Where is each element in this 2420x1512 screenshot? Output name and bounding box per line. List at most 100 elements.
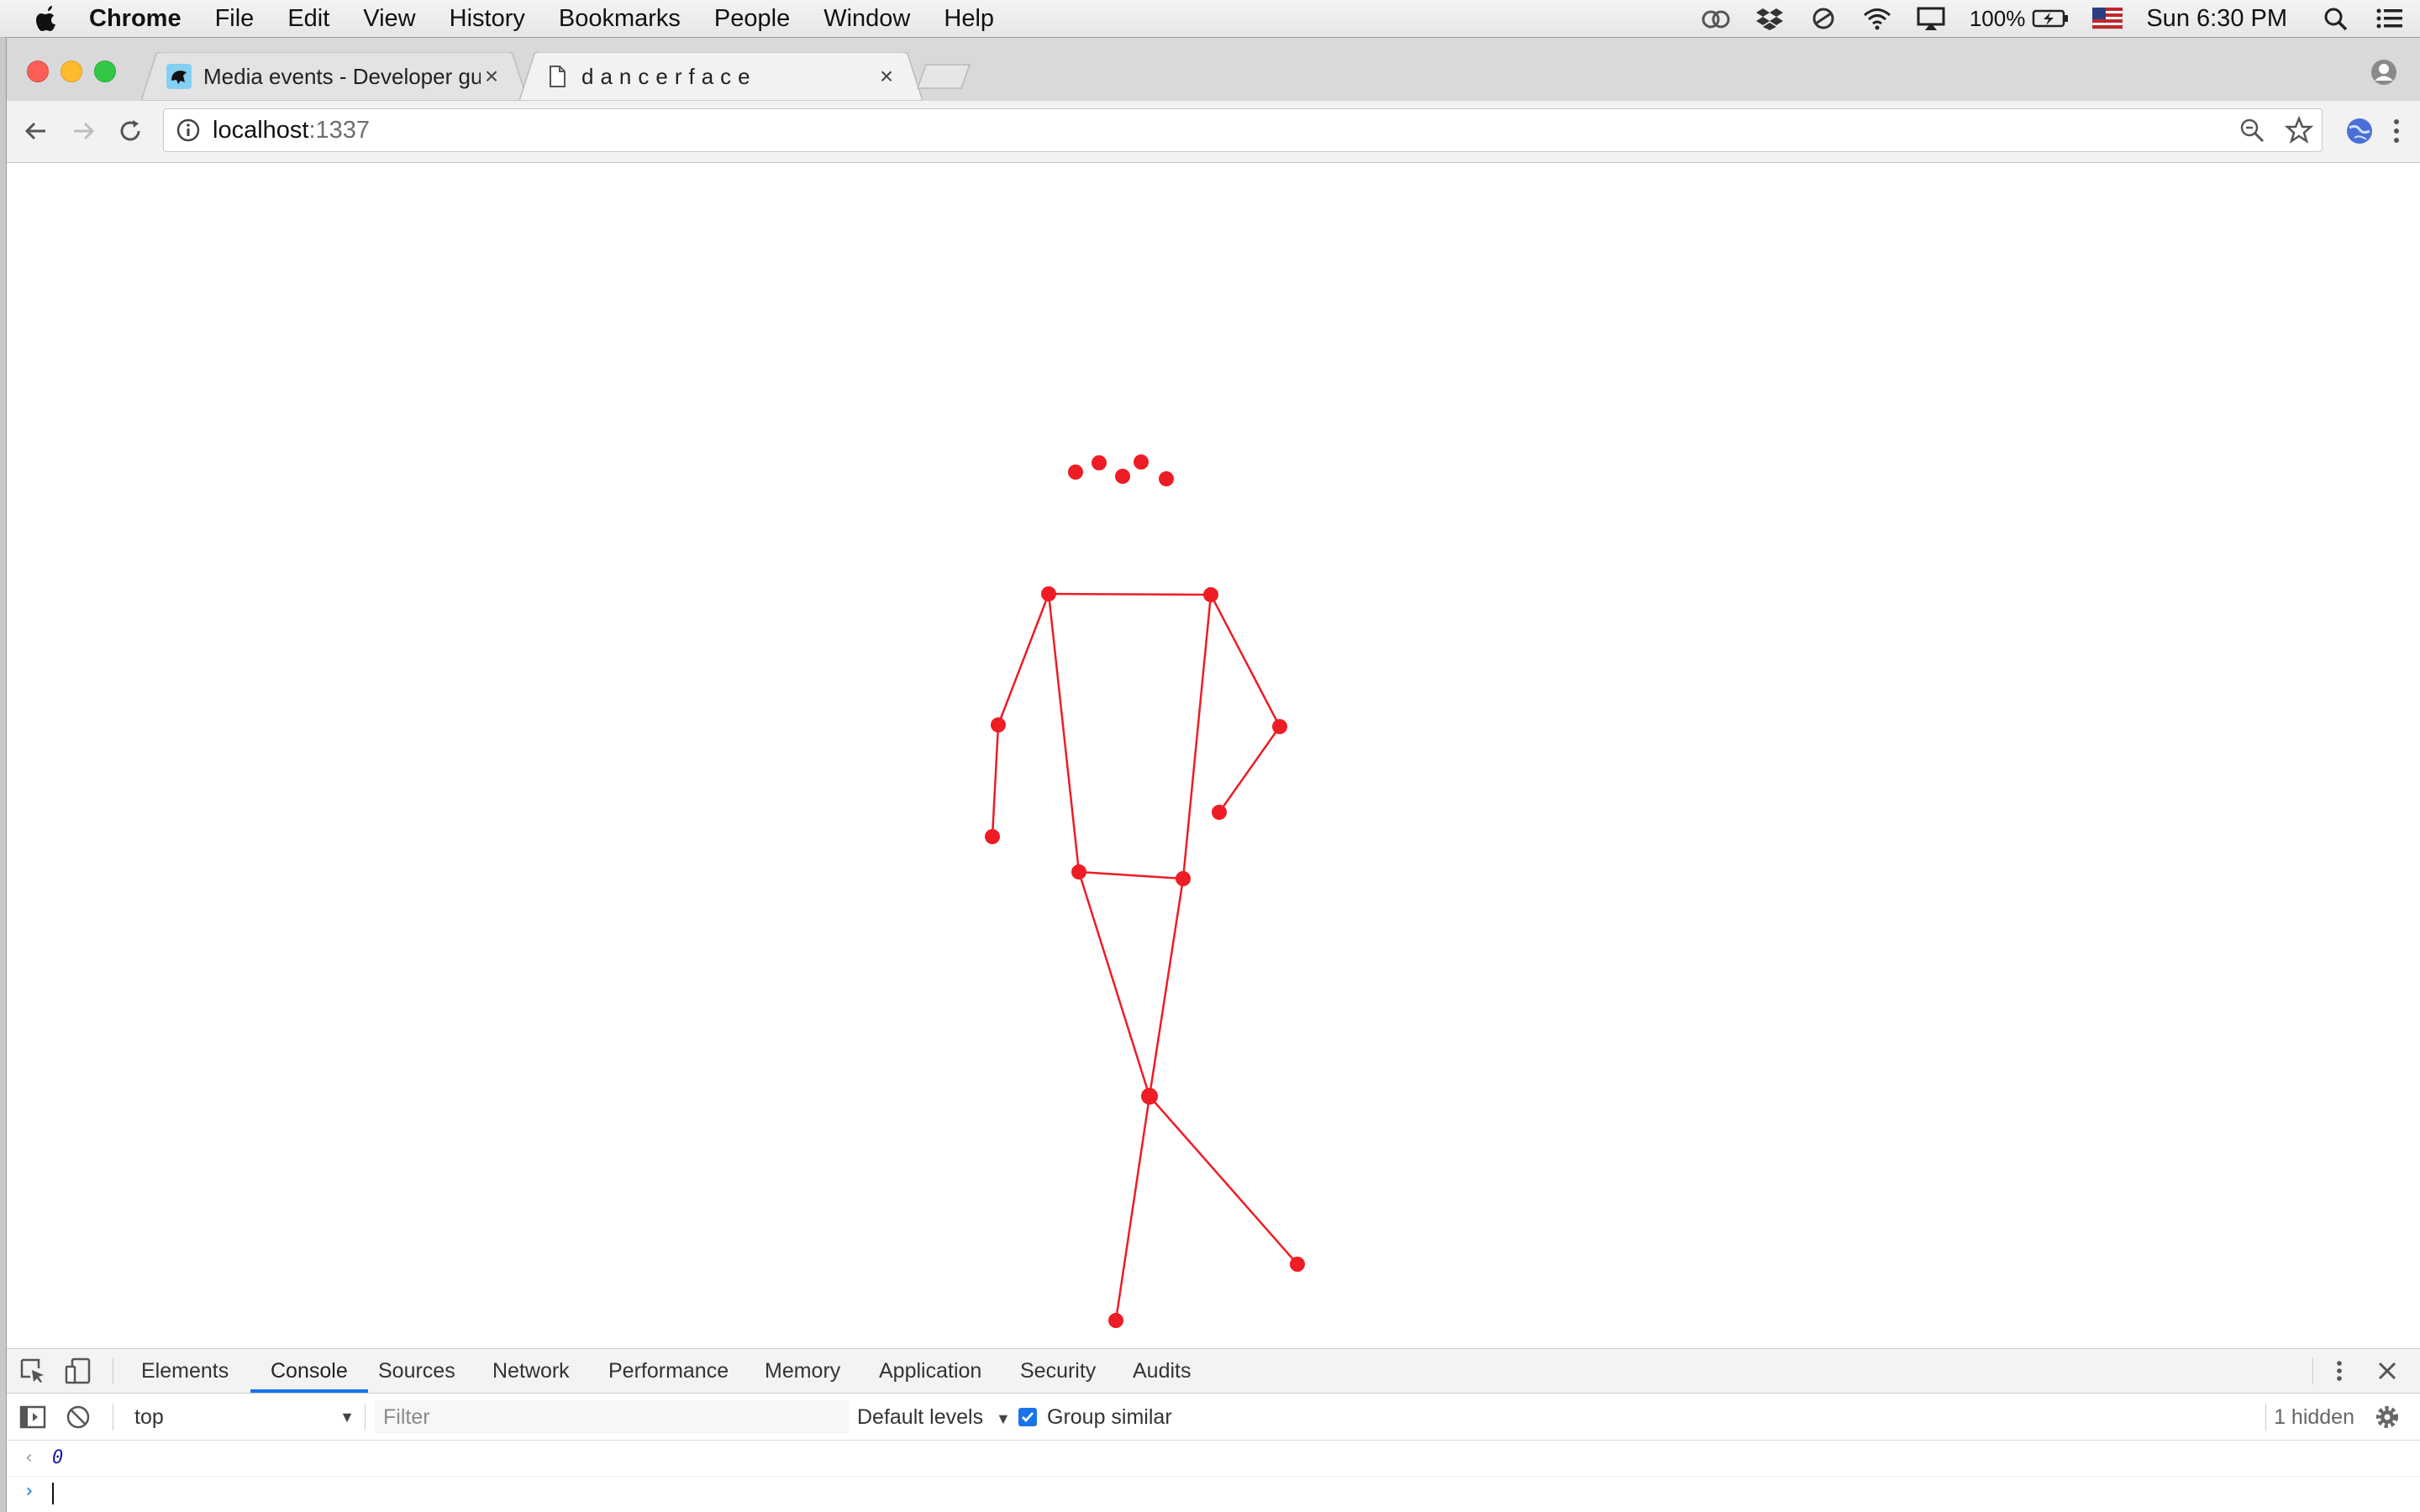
address-bar[interactable]: localhost:1337 [163, 108, 2323, 152]
tab-title: Media events - Developer guid [203, 63, 481, 89]
log-levels-dropdown[interactable]: Default levels ▼ [857, 1394, 1011, 1441]
result-arrow-icon: ‹ [24, 1447, 35, 1468]
new-tab-button[interactable] [914, 63, 973, 90]
prompt-caret[interactable] [52, 1483, 54, 1504]
tab-console[interactable]: Console [250, 1349, 368, 1393]
console-filter-input[interactable] [375, 1400, 849, 1434]
dropbox-icon[interactable] [1754, 6, 1785, 31]
device-toolbar-icon[interactable] [64, 1357, 92, 1385]
skeleton-keypoint [1141, 1088, 1158, 1105]
devtools-separator [365, 1404, 366, 1431]
browser-toolbar: localhost:1337 [7, 101, 2420, 163]
dropdown-arrow-icon: ▼ [339, 1409, 355, 1425]
inspect-element-icon[interactable] [18, 1357, 47, 1385]
wifi-icon[interactable] [1862, 6, 1892, 31]
sidebar-toggle-icon[interactable] [18, 1403, 47, 1431]
reload-icon[interactable] [114, 115, 146, 147]
notification-center-icon[interactable] [2375, 6, 2405, 31]
skeleton-keypoint [1115, 469, 1130, 484]
skeleton-bone [1218, 726, 1281, 813]
devtools-tab-bar: Elements Console Sources Network Perform… [7, 1348, 2420, 1394]
menu-window[interactable]: Window [823, 5, 910, 33]
forward-icon[interactable] [67, 115, 99, 147]
sync-icon[interactable] [1808, 6, 1839, 31]
tab-security[interactable]: Security [1020, 1349, 1096, 1393]
tab-performance[interactable]: Performance [608, 1349, 729, 1393]
tab-memory[interactable]: Memory [765, 1349, 840, 1393]
prompt-chevron-icon: › [24, 1481, 35, 1502]
tab-close-icon[interactable]: × [876, 65, 897, 88]
mdn-dinosaur-icon [166, 64, 192, 89]
skeleton-bone [1077, 871, 1151, 1097]
menu-bookmarks[interactable]: Bookmarks [559, 5, 681, 33]
clear-console-icon[interactable] [64, 1403, 92, 1431]
skeleton-bone [1114, 1095, 1151, 1321]
page-icon [550, 66, 566, 87]
url-host: localhost [213, 116, 309, 144]
bookmark-star-icon[interactable] [2285, 116, 2313, 144]
skeleton-keypoint [991, 717, 1006, 732]
context-selector[interactable]: top ▼ [116, 1402, 355, 1432]
tab-dancerface[interactable]: dancerface × [519, 52, 923, 101]
url-port: :1337 [308, 116, 371, 144]
console-output: ‹ 0 › [7, 1441, 2420, 1512]
devtools-separator [2265, 1404, 2266, 1431]
tab-audits[interactable]: Audits [1133, 1349, 1191, 1393]
log-levels-label: Default levels [857, 1405, 984, 1429]
menu-people[interactable]: People [714, 5, 790, 33]
skeleton-bone [1148, 878, 1185, 1097]
menu-edit[interactable]: Edit [287, 5, 329, 33]
menu-clock[interactable]: Sun 6:30 PM [2146, 5, 2287, 33]
tab-media-events[interactable]: Media events - Developer guid × [141, 52, 528, 101]
devtools-more-icon[interactable] [2331, 1357, 2348, 1385]
tab-application[interactable]: Application [879, 1349, 981, 1393]
us-flag-icon[interactable] [2092, 8, 2123, 29]
skeleton-bone [1078, 870, 1184, 880]
menu-view[interactable]: View [363, 5, 415, 33]
spotlight-search-icon[interactable] [2321, 6, 2351, 31]
apple-icon[interactable] [34, 4, 60, 33]
console-prompt-line[interactable]: › [7, 1476, 2420, 1509]
chrome-menu-icon[interactable] [2388, 116, 2405, 146]
skeleton-keypoint [1134, 454, 1149, 470]
skeleton-bone [1181, 594, 1213, 879]
tab-network[interactable]: Network [492, 1349, 570, 1393]
battery-charging-icon[interactable] [2032, 6, 2069, 31]
checkmark-icon [1022, 1412, 1034, 1423]
menu-chrome[interactable]: Chrome [89, 5, 182, 33]
menu-history[interactable]: History [450, 5, 525, 33]
status-area: 100% Sun 6:30 PM [1677, 0, 2405, 37]
tab-close-icon[interactable]: × [481, 65, 502, 88]
group-similar-toggle[interactable]: Group similar [1018, 1405, 1172, 1429]
console-toolbar: top ▼ Default levels ▼ Group similar 1 h… [7, 1394, 2420, 1441]
minimize-window-button[interactable] [60, 60, 82, 82]
info-icon[interactable] [176, 118, 201, 143]
address-bar-actions [2219, 116, 2313, 144]
creative-cloud-icon[interactable] [1701, 6, 1731, 31]
devtools-panel: Elements Console Sources Network Perform… [7, 1348, 2420, 1512]
zoom-window-button[interactable] [94, 60, 116, 82]
zoom-magnifier-icon[interactable] [2238, 116, 2266, 144]
skeleton-keypoint [1159, 471, 1174, 486]
tab-title: dancerface [581, 63, 757, 89]
devtools-separator [2312, 1357, 2313, 1384]
skeleton-keypoint [1272, 719, 1287, 734]
skeleton-keypoint [1290, 1257, 1305, 1272]
close-window-button[interactable] [27, 60, 49, 82]
skeleton-bone [1048, 592, 1212, 596]
devtools-close-icon[interactable] [2375, 1358, 2400, 1383]
group-similar-checkbox[interactable] [1018, 1408, 1037, 1426]
menu-file[interactable]: File [215, 5, 255, 33]
console-result-value: 0 [52, 1447, 64, 1468]
profile-avatar-icon[interactable] [2370, 58, 2398, 87]
tab-elements[interactable]: Elements [141, 1349, 229, 1393]
page-viewport [7, 163, 2420, 1348]
skeleton-keypoint [1041, 586, 1056, 601]
menu-help[interactable]: Help [944, 5, 994, 33]
console-settings-gear-icon[interactable] [2373, 1403, 2402, 1431]
skeleton-bone [997, 593, 1050, 726]
extension-globe-icon[interactable] [2344, 116, 2375, 146]
airplay-icon[interactable] [1916, 6, 1946, 31]
tab-sources[interactable]: Sources [378, 1349, 455, 1393]
back-icon[interactable] [20, 115, 52, 147]
